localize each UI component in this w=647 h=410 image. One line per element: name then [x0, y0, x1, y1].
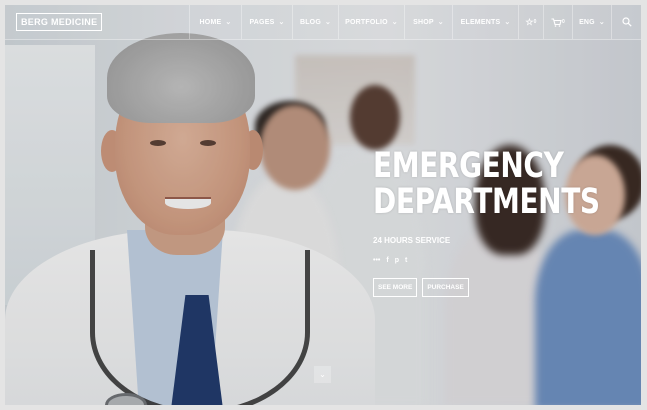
- scroll-down-button[interactable]: ⌄: [314, 366, 331, 383]
- nav-item-pages[interactable]: PAGES ⌄: [241, 5, 292, 39]
- see-more-button[interactable]: SEE MORE: [373, 278, 418, 297]
- cart-count: 0: [562, 19, 565, 25]
- language-label: ENG: [579, 18, 595, 26]
- cart-button[interactable]: 0: [543, 5, 572, 39]
- top-navigation: BERG MEDICINE HOME ⌄ PAGES ⌄ BLOG ⌄ PORTFOL…: [5, 5, 641, 40]
- chevron-down-icon: ⌄: [319, 370, 326, 379]
- search-icon: [621, 17, 632, 27]
- main-menu: HOME ⌄ PAGES ⌄ BLOG ⌄ PORTFOLIO ⌄ SHOP ⌄ ELEM…: [189, 5, 641, 39]
- hero-subtitle: 24 HOURS SERVICE: [373, 236, 451, 245]
- hero-title-line: DEPARTMENTS: [373, 182, 600, 222]
- hero-buttons: SEE MORE PURCHASE: [373, 278, 469, 297]
- share-links: ••• f p t: [373, 257, 407, 265]
- chevron-down-icon: ⌄: [278, 19, 285, 26]
- hero-caption: EMERGENCY DEPARTMENTS 24 HOURS SERVICE •…: [373, 148, 641, 297]
- hero-slider: BERG MEDICINE HOME ⌄ PAGES ⌄ BLOG ⌄ PORTFOL…: [5, 5, 641, 405]
- chevron-down-icon: ⌄: [598, 19, 605, 26]
- chevron-down-icon: ⌄: [437, 19, 444, 26]
- cart-icon: [551, 17, 562, 27]
- wishlist-button[interactable]: ☆ 0: [518, 5, 543, 39]
- chevron-down-icon: ⌄: [324, 19, 332, 26]
- chevron-down-icon: ⌄: [225, 19, 232, 26]
- nav-label: ELEMENTS: [460, 18, 501, 26]
- wishlist-count: 0: [533, 19, 537, 25]
- nav-item-home[interactable]: HOME ⌄: [189, 5, 241, 39]
- nav-label: SHOP: [413, 18, 434, 26]
- nav-label: HOME: [199, 18, 222, 26]
- site-logo[interactable]: BERG MEDICINE: [16, 13, 103, 31]
- search-button[interactable]: [611, 5, 641, 39]
- chevron-down-icon: ⌄: [391, 19, 398, 26]
- star-icon: ☆: [525, 16, 534, 27]
- hero-title-line: EMERGENCY: [373, 146, 564, 186]
- purchase-button[interactable]: PURCHASE: [422, 278, 469, 297]
- nav-item-shop[interactable]: SHOP ⌄: [404, 5, 452, 39]
- share-icon[interactable]: •••: [373, 257, 380, 265]
- facebook-icon[interactable]: f: [386, 257, 388, 265]
- nav-item-portfolio[interactable]: PORTFOLIO ⌄: [338, 5, 404, 39]
- nav-item-elements[interactable]: ELEMENTS ⌄: [452, 5, 518, 39]
- language-switcher[interactable]: ENG ⌄: [572, 5, 611, 39]
- nav-item-blog[interactable]: BLOG ⌄: [292, 5, 338, 39]
- twitter-icon[interactable]: t: [405, 257, 407, 265]
- hero-title: EMERGENCY DEPARTMENTS: [373, 148, 600, 220]
- nav-label: PORTFOLIO: [345, 18, 388, 26]
- pinterest-icon[interactable]: p: [395, 257, 399, 265]
- nav-label: BLOG: [299, 18, 321, 26]
- nav-label: PAGES: [249, 18, 275, 26]
- chevron-down-icon: ⌄: [504, 19, 511, 26]
